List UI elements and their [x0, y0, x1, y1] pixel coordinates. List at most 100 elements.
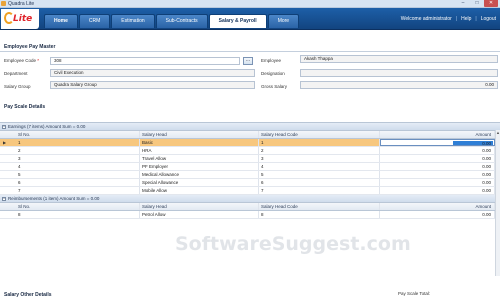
employee-field[interactable]: Akash Thappa	[300, 55, 498, 63]
table-row[interactable]: 4 PF Employer 4 0.00	[0, 163, 500, 171]
cell-sl-no[interactable]: 3	[16, 155, 140, 162]
col-amount[interactable]: Amount	[380, 131, 495, 138]
maximize-button[interactable]: □	[470, 0, 484, 7]
cell-sl-no[interactable]: 7	[16, 187, 140, 194]
window-title: Quadra Lite	[8, 1, 35, 7]
cell-salary-head[interactable]: Special Allowance	[140, 179, 259, 186]
main-tabs: Home CRM Estimation Sub-Contracts Salary…	[44, 14, 300, 28]
cell-salary-head-code[interactable]: 3	[259, 155, 380, 162]
cell-sl-no[interactable]: 8	[16, 211, 140, 218]
cell-salary-head-code[interactable]: 5	[259, 171, 380, 178]
cell-sl-no[interactable]: 6	[16, 179, 140, 186]
table-row[interactable]: 8 Petrol Allow 8 0.00	[0, 211, 500, 219]
earnings-header-row: Sl No. Salary Head Salary Head Code Amou…	[0, 131, 500, 139]
welcome-text: Welcome administrator	[400, 16, 452, 22]
cell-salary-head-code[interactable]: 6	[259, 179, 380, 186]
minimize-button[interactable]: –	[456, 0, 470, 7]
earnings-group-header[interactable]: − Earnings (7 items) Amount Sum = 0.00	[0, 123, 500, 131]
logout-link[interactable]: Logout	[481, 16, 496, 22]
section-title-salary-other: Salary Other Details	[4, 292, 52, 298]
table-row[interactable]: 6 Special Allowance 6 0.00	[0, 179, 500, 187]
employee-code-field[interactable]: 308	[50, 57, 240, 65]
help-link[interactable]: Help	[461, 16, 471, 22]
reimbursements-group-header[interactable]: − Reimbursements (1 item) Amount Sum = 0.…	[0, 195, 500, 203]
collapse-icon[interactable]: −	[2, 125, 6, 129]
designation-label: Designation	[261, 71, 285, 76]
cell-salary-head[interactable]: HRA	[140, 147, 259, 154]
tab-salary-payroll[interactable]: Salary & Payroll	[208, 14, 267, 28]
collapse-icon[interactable]: −	[2, 197, 6, 201]
col-amount[interactable]: Amount	[380, 203, 495, 210]
col-sl-no[interactable]: Sl No.	[16, 203, 140, 210]
separator: |	[455, 16, 458, 22]
salary-group-field[interactable]: Quadra Salary Group	[50, 81, 255, 89]
employee-code-label: Employee Code *	[4, 58, 40, 63]
col-salary-head-code[interactable]: Salary Head Code	[259, 203, 380, 210]
vertical-scrollbar[interactable]: ▲	[495, 130, 500, 276]
window-titlebar: Quadra Lite – □ ✕	[0, 0, 500, 8]
department-label: Department	[4, 71, 28, 76]
cell-salary-head-code[interactable]: 2	[259, 147, 380, 154]
table-row[interactable]: ▶ 1 Basic 1 0.00	[0, 139, 500, 147]
tab-home[interactable]: Home	[44, 14, 78, 28]
table-row[interactable]: 2 HRA 2 0.00	[0, 147, 500, 155]
cell-salary-head-code[interactable]: 4	[259, 163, 380, 170]
gross-salary-field[interactable]: 0.00	[300, 81, 498, 89]
cell-salary-head-code[interactable]: 8	[259, 211, 380, 218]
cell-salary-head[interactable]: PF Employer	[140, 163, 259, 170]
cell-amount-editor[interactable]: 0.00	[380, 139, 495, 146]
reimbursements-rows: 8 Petrol Allow 8 0.00	[0, 211, 500, 219]
tab-estimation[interactable]: Estimation	[111, 14, 155, 28]
main-navbar: Lite Home CRM Estimation Sub-Contracts S…	[0, 8, 500, 30]
cell-amount[interactable]: 0.00	[380, 187, 495, 194]
employee-label: Employee	[261, 58, 282, 63]
tab-more[interactable]: More	[267, 14, 300, 28]
cell-amount[interactable]: 0.00	[380, 147, 495, 154]
cell-salary-head[interactable]: Basic	[140, 139, 259, 146]
row-pointer-icon: ▶	[3, 140, 7, 145]
cell-salary-head-code[interactable]: 7	[259, 187, 380, 194]
earnings-rows: ▶ 1 Basic 1 0.00 2 HRA 2 0.00 3 Travel Allow 3 0.00 4…	[0, 139, 500, 195]
separator: |	[475, 16, 477, 22]
divider	[0, 51, 500, 52]
cell-salary-head[interactable]: Medical Allowance	[140, 171, 259, 178]
cell-amount[interactable]: 0.00	[380, 171, 495, 178]
required-mark: *	[37, 58, 40, 63]
cell-salary-head[interactable]: Mobile Allow	[140, 187, 259, 194]
user-menu: Welcome administrator | Help | Logout	[401, 16, 496, 22]
scroll-up-icon[interactable]: ▲	[496, 130, 500, 135]
cell-salary-head[interactable]: Petrol Allow	[140, 211, 259, 218]
earnings-grid: − Earnings (7 items) Amount Sum = 0.00 Sl…	[0, 122, 500, 219]
quadra-logo: Lite	[1, 9, 39, 29]
table-row[interactable]: 5 Medical Allowance 5 0.00	[0, 171, 500, 179]
cell-salary-head[interactable]: Travel Allow	[140, 155, 259, 162]
salary-group-label: Salary Group	[4, 84, 31, 89]
table-row[interactable]: 3 Travel Allow 3 0.00	[0, 155, 500, 163]
department-field[interactable]: Civil Execution	[50, 69, 255, 77]
logo-text: Lite	[13, 14, 33, 24]
table-row[interactable]: 7 Mobile Allow 7 0.00	[0, 187, 500, 195]
col-salary-head[interactable]: Salary Head	[140, 203, 259, 210]
tab-crm[interactable]: CRM	[78, 14, 111, 28]
col-salary-head[interactable]: Salary Head	[140, 131, 259, 138]
cell-amount[interactable]: 0.00	[380, 211, 495, 218]
cell-amount[interactable]: 0.00	[380, 155, 495, 162]
tab-sub-contracts[interactable]: Sub-Contracts	[155, 14, 208, 28]
gross-salary-label: Gross Salary	[261, 84, 288, 89]
app-icon	[1, 1, 6, 6]
cell-sl-no[interactable]: 5	[16, 171, 140, 178]
close-button[interactable]: ✕	[484, 0, 498, 7]
designation-field[interactable]	[300, 69, 498, 77]
watermark: SoftwareSuggest.com	[175, 233, 411, 255]
col-salary-head-code[interactable]: Salary Head Code	[259, 131, 380, 138]
cell-sl-no[interactable]: 4	[16, 163, 140, 170]
cell-sl-no[interactable]: 2	[16, 147, 140, 154]
cell-salary-head-code[interactable]: 1	[259, 139, 380, 146]
reimbursements-header-row: Sl No. Salary Head Salary Head Code Amou…	[0, 203, 500, 211]
cell-amount[interactable]: 0.00	[380, 163, 495, 170]
employee-browse-button[interactable]: ...	[243, 57, 253, 65]
col-sl-no[interactable]: Sl No.	[16, 131, 140, 138]
cell-amount[interactable]: 0.00	[380, 179, 495, 186]
cell-sl-no[interactable]: 1	[16, 139, 140, 146]
section-title-pay-scale: Pay Scale Details	[4, 104, 46, 110]
